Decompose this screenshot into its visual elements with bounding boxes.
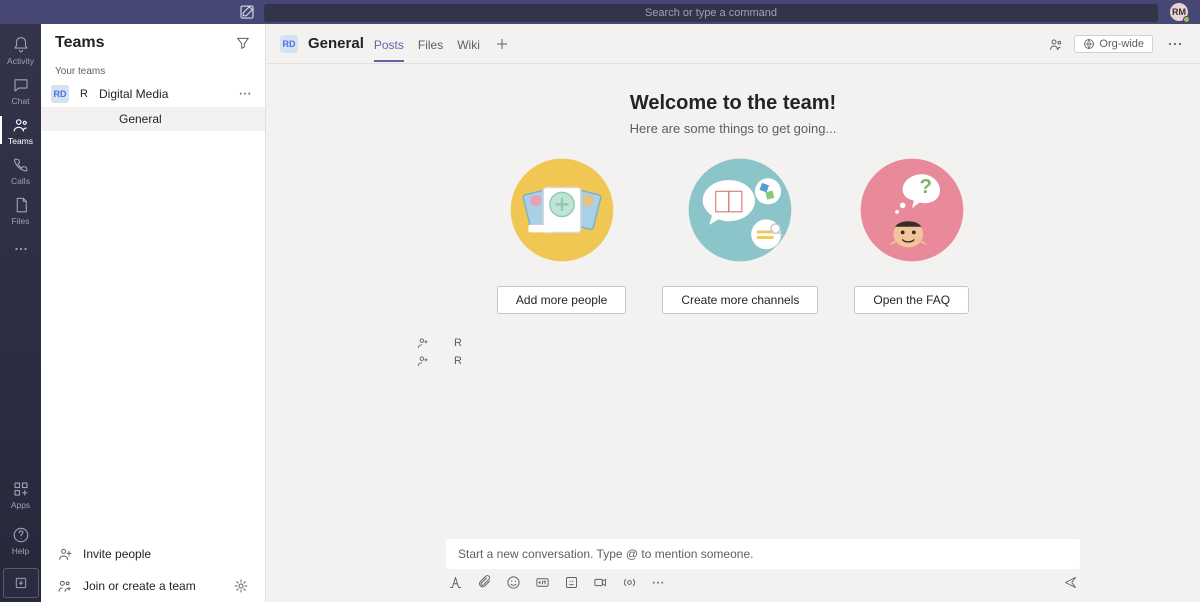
welcome-card-faq: ? Open the FAQ: [854, 154, 969, 314]
rail-files[interactable]: Files: [0, 190, 41, 230]
gif-icon[interactable]: [535, 575, 550, 590]
welcome-block: Welcome to the team! Here are some thing…: [266, 64, 1200, 324]
person-add-icon: [416, 336, 430, 350]
stream-icon[interactable]: [622, 575, 637, 590]
rail-teams[interactable]: Teams: [0, 110, 41, 150]
rail-calls[interactable]: Calls: [0, 150, 41, 190]
invite-label: Invite people: [83, 547, 151, 561]
user-avatar[interactable]: RM: [1170, 3, 1188, 21]
compose-input[interactable]: Start a new conversation. Type @ to ment…: [446, 539, 1080, 569]
download-icon: [13, 575, 29, 591]
create-channels-illustration: [684, 154, 796, 266]
help-icon: [12, 526, 30, 544]
join-label: Join or create a team: [83, 579, 196, 593]
globe-icon: [1083, 38, 1095, 50]
team-row[interactable]: RD R Digital Media ···: [41, 81, 265, 107]
filter-icon[interactable]: [235, 35, 251, 51]
rail-label: Apps: [11, 500, 30, 510]
title-bar: RM: [0, 0, 1200, 24]
welcome-subtitle: Here are some things to get going...: [266, 121, 1200, 136]
bell-icon: [12, 36, 30, 54]
system-message: R: [416, 354, 1200, 368]
channel-more-button[interactable]: ···: [1163, 33, 1186, 54]
chat-icon: [12, 76, 30, 94]
tab-wiki[interactable]: Wiki: [457, 26, 480, 62]
add-people-illustration: [506, 154, 618, 266]
open-faq-button[interactable]: Open the FAQ: [854, 286, 969, 314]
welcome-card-people: Add more people: [497, 154, 626, 314]
rail-label: Chat: [12, 96, 30, 106]
compose-icon[interactable]: [238, 3, 256, 21]
rail-more[interactable]: [12, 230, 30, 273]
channel-row-general[interactable]: General: [41, 107, 265, 131]
rail-download[interactable]: [3, 568, 39, 598]
ellipsis-icon: [12, 240, 30, 258]
team-letter: R: [77, 88, 91, 100]
search-input[interactable]: [264, 4, 1158, 22]
channel-header: RD General Posts Files Wiki Org-wide ···: [266, 24, 1200, 64]
apps-icon: [12, 480, 30, 498]
add-tab-button[interactable]: [494, 36, 510, 52]
rail-label: Calls: [11, 176, 30, 186]
rail-chat[interactable]: Chat: [0, 70, 41, 110]
invite-people-button[interactable]: Invite people: [41, 538, 265, 570]
teams-section-label: Your teams: [41, 62, 265, 81]
org-wide-label: Org-wide: [1099, 38, 1144, 50]
app-rail: Activity Chat Teams Calls Files: [0, 24, 41, 602]
svg-text:?: ?: [919, 175, 932, 198]
team-badge: RD: [51, 85, 69, 103]
faq-illustration: ?: [856, 154, 968, 266]
welcome-title: Welcome to the team!: [266, 92, 1200, 115]
phone-icon: [12, 156, 30, 174]
rail-apps[interactable]: Apps: [0, 472, 41, 518]
team-add-icon: [57, 578, 73, 594]
add-person-icon: [57, 546, 73, 562]
rail-label: Files: [12, 216, 30, 226]
org-wide-pill[interactable]: Org-wide: [1074, 35, 1153, 53]
tab-posts[interactable]: Posts: [374, 26, 404, 62]
add-people-button[interactable]: Add more people: [497, 286, 626, 314]
join-create-team-button[interactable]: Join or create a team: [41, 570, 265, 602]
team-name: Digital Media: [99, 87, 226, 101]
channel-badge: RD: [280, 35, 298, 53]
rail-activity[interactable]: Activity: [0, 30, 41, 70]
teams-panel-title: Teams: [55, 34, 105, 52]
channel-name: General: [308, 35, 364, 52]
attach-icon[interactable]: [477, 575, 492, 590]
rail-label: Teams: [8, 136, 33, 146]
rail-label: Help: [12, 546, 29, 556]
teams-panel: Teams Your teams RD R Digital Media ··· …: [41, 24, 266, 602]
rail-label: Activity: [7, 56, 34, 66]
team-roster-icon[interactable]: [1048, 36, 1064, 52]
rail-help[interactable]: Help: [0, 518, 41, 564]
presence-indicator: [1183, 16, 1190, 23]
person-add-icon: [416, 354, 430, 368]
team-more-button[interactable]: ···: [234, 90, 255, 98]
tab-files[interactable]: Files: [418, 26, 443, 62]
main-content: RD General Posts Files Wiki Org-wide ···…: [266, 24, 1200, 602]
gear-icon[interactable]: [233, 578, 249, 594]
welcome-card-channels: Create more channels: [662, 154, 818, 314]
system-message: R: [416, 336, 1200, 350]
system-message-text: R: [454, 337, 462, 349]
files-icon: [12, 196, 30, 214]
message-composer: Start a new conversation. Type @ to ment…: [446, 539, 1080, 590]
teams-icon: [12, 116, 30, 134]
sticker-icon[interactable]: [564, 575, 579, 590]
emoji-icon[interactable]: [506, 575, 521, 590]
meet-icon[interactable]: [593, 575, 608, 590]
create-channels-button[interactable]: Create more channels: [662, 286, 818, 314]
system-message-text: R: [454, 355, 462, 367]
send-icon[interactable]: [1063, 575, 1078, 590]
format-icon[interactable]: [448, 575, 463, 590]
